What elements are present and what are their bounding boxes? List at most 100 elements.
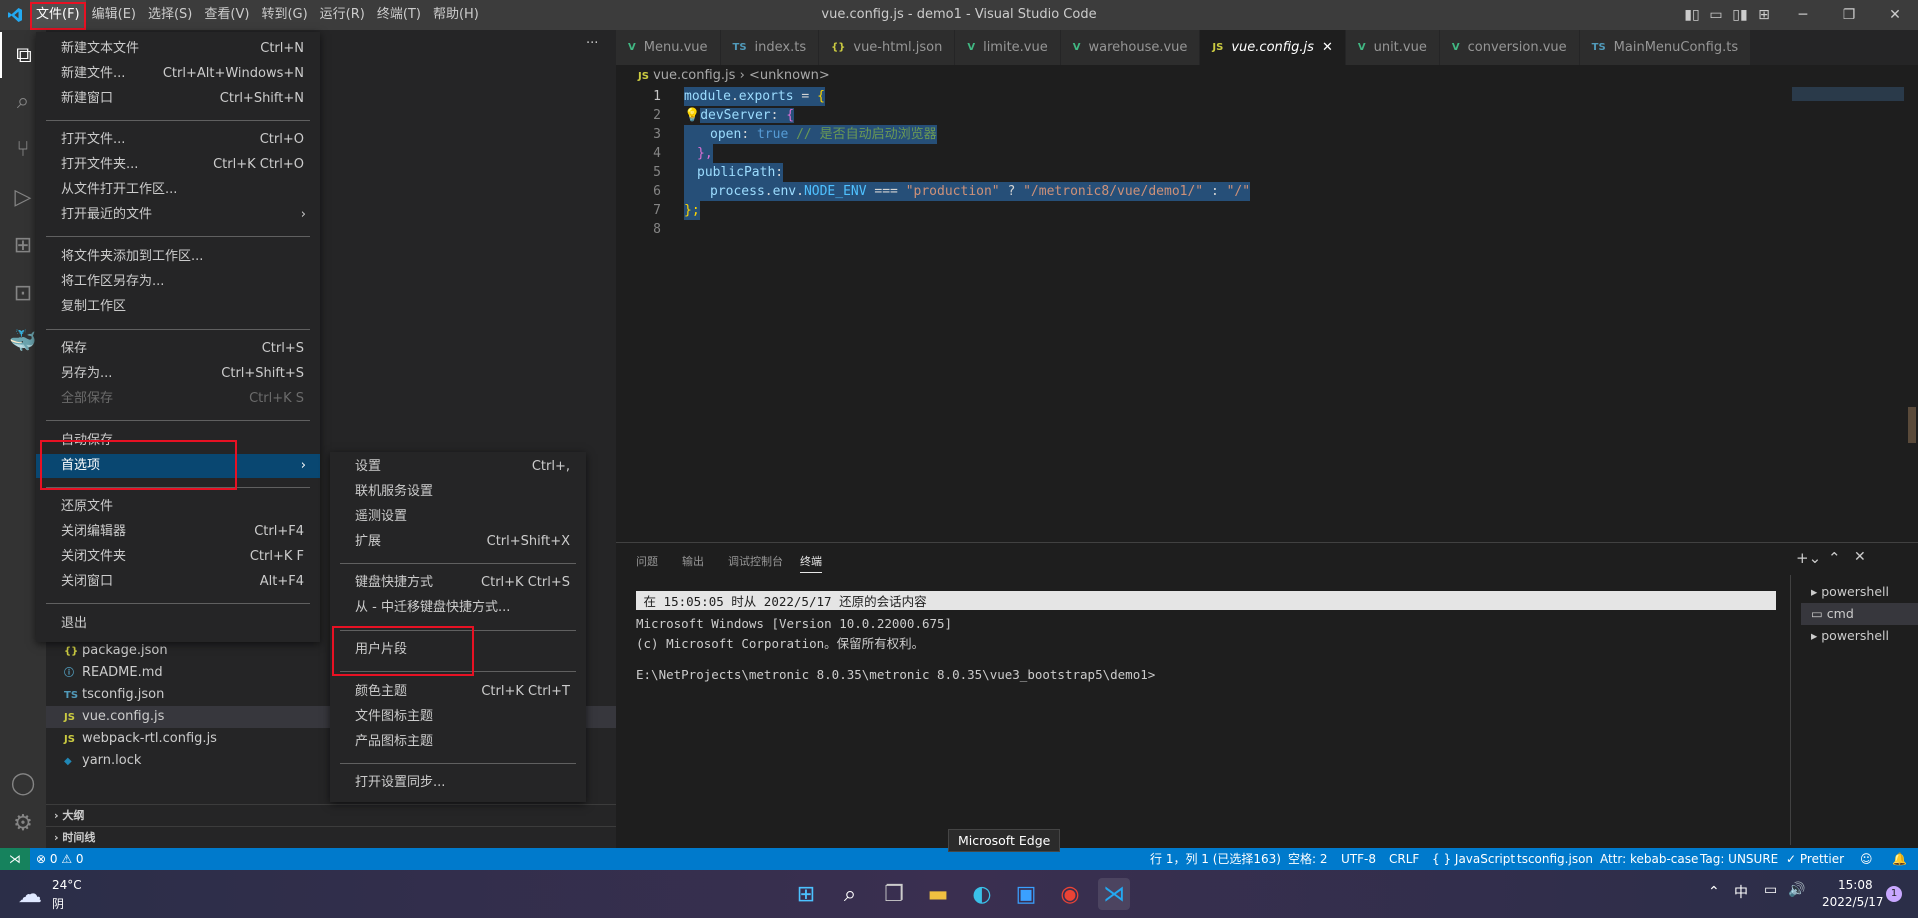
menu-item-open-recent[interactable]: 打开最近的文件 › xyxy=(36,203,320,227)
chevron-up-icon[interactable]: ⌃ xyxy=(1828,549,1841,567)
more-actions-icon[interactable]: ··· xyxy=(586,36,598,51)
clock-date[interactable]: 2022/5/17 xyxy=(1822,895,1884,909)
feedback-icon[interactable]: ☺ xyxy=(1860,848,1873,870)
menu-item-close-window[interactable]: 关闭窗口 Alt+F4 xyxy=(36,570,320,594)
restore-button[interactable]: ❐ xyxy=(1826,0,1872,30)
menu-run[interactable]: 运行(R) xyxy=(314,0,371,30)
menu-selection[interactable]: 选择(S) xyxy=(142,0,198,30)
encoding[interactable]: UTF-8 xyxy=(1341,848,1376,870)
menu-item-product-icon-theme[interactable]: 产品图标主题 xyxy=(330,730,586,754)
minimize-button[interactable]: ─ xyxy=(1780,0,1826,30)
notification-badge[interactable]: 1 xyxy=(1886,886,1902,902)
terminal-list-item[interactable]: ▸ powershell xyxy=(1801,581,1918,603)
toggle-secondary-sidebar-icon[interactable]: ▯▮ xyxy=(1728,0,1752,30)
code-editor[interactable]: 1 module.exports = { 2 💡devServer: { 3 open… xyxy=(616,87,1918,542)
menu-item-new-file[interactable]: 新建文件... Ctrl+Alt+Windows+N xyxy=(36,62,320,86)
lightbulb-icon[interactable]: 💡 xyxy=(684,108,700,123)
ime-indicator[interactable]: 中 xyxy=(1734,882,1748,902)
menu-item-user-snippets[interactable]: 用户片段 xyxy=(330,638,586,662)
menu-item-open-folder[interactable]: 打开文件夹... Ctrl+K Ctrl+O xyxy=(36,153,320,177)
tsconfig-indicator[interactable]: tsconfig.json xyxy=(1517,848,1593,870)
terminal-list-item[interactable]: ▸ powershell xyxy=(1801,625,1918,647)
tab-menu-vue[interactable]: V Menu.vue xyxy=(616,30,721,65)
menu-terminal[interactable]: 终端(T) xyxy=(371,0,427,30)
tab-vue-config-js[interactable]: JS vue.config.js ✕ xyxy=(1200,30,1346,65)
menu-help[interactable]: 帮助(H) xyxy=(427,0,485,30)
menu-item-settings[interactable]: 设置 Ctrl+, xyxy=(330,455,586,479)
menu-item-open-workspace[interactable]: 从文件打开工作区... xyxy=(36,178,320,202)
terminal-prompt[interactable]: E:\NetProjects\metronic 8.0.35\metronic … xyxy=(636,667,1155,682)
line-ending[interactable]: CRLF xyxy=(1389,848,1419,870)
toggle-panel-icon[interactable]: ▭ xyxy=(1704,0,1728,30)
menu-item-save-workspace-as[interactable]: 将工作区另存为... xyxy=(36,270,320,294)
clock-time[interactable]: 15:08 xyxy=(1838,878,1873,892)
edge-browser-icon[interactable]: ◐ xyxy=(966,878,998,910)
chevron-up-icon[interactable]: ⌃ xyxy=(1708,884,1720,900)
outline-section[interactable]: › 大纲 xyxy=(46,804,616,826)
menu-item-color-theme[interactable]: 颜色主题 Ctrl+K Ctrl+T xyxy=(330,680,586,704)
minimap[interactable] xyxy=(1792,87,1904,101)
tab-problems[interactable]: 问题 xyxy=(636,553,658,569)
notifications-bell-icon[interactable]: 🔔 xyxy=(1892,848,1907,870)
language-mode[interactable]: { } JavaScript xyxy=(1432,848,1515,870)
menu-item-open-file[interactable]: 打开文件... Ctrl+O xyxy=(36,128,320,152)
breadcrumb-symbol[interactable]: <unknown> xyxy=(749,68,830,83)
tab-debug-console[interactable]: 调试控制台 xyxy=(728,553,783,569)
weather-cloud-icon[interactable]: ☁ xyxy=(18,880,42,908)
tab-index-ts[interactable]: TS index.ts xyxy=(720,30,820,65)
menu-item-extensions[interactable]: 扩展 Ctrl+Shift+X xyxy=(330,530,586,554)
menu-item-auto-save[interactable]: 自动保存 xyxy=(36,429,320,453)
menu-item-preferences[interactable]: 首选项 › xyxy=(36,454,320,478)
menu-item-telemetry[interactable]: 遥测设置 xyxy=(330,505,586,529)
indentation[interactable]: 空格: 2 xyxy=(1288,848,1328,870)
problems-indicator[interactable]: ⊗ 0 ⚠ 0 xyxy=(36,848,84,870)
file-explorer-icon[interactable]: ▬ xyxy=(922,878,954,910)
manage-gear-icon[interactable]: ⚙ xyxy=(0,800,46,846)
tab-unit-vue[interactable]: Vunit.vue xyxy=(1345,30,1440,65)
tab-limite-vue[interactable]: Vlimite.vue xyxy=(955,30,1061,65)
tab-warehouse-vue[interactable]: Vwarehouse.vue xyxy=(1060,30,1201,65)
task-view-icon[interactable]: ❐ xyxy=(878,878,910,910)
menu-edit[interactable]: 编辑(E) xyxy=(86,0,142,30)
menu-item-keyboard-shortcuts[interactable]: 键盘快捷方式 Ctrl+K Ctrl+S xyxy=(330,571,586,595)
timeline-section[interactable]: › 时间线 xyxy=(46,826,616,848)
tab-mainmenuconfig-ts[interactable]: TS MainMenuConfig.ts xyxy=(1579,30,1752,65)
menu-item-settings-sync[interactable]: 打开设置同步... xyxy=(330,771,586,795)
menu-item-revert-file[interactable]: 还原文件 xyxy=(36,495,320,519)
vscode-taskbar-icon[interactable]: ⋊ xyxy=(1098,878,1130,910)
toggle-sidebar-icon[interactable]: ▮▯ xyxy=(1680,0,1704,30)
menu-view[interactable]: 查看(V) xyxy=(198,0,255,30)
menu-item-exit[interactable]: 退出 xyxy=(36,612,320,636)
menu-item-migrate-keybindings[interactable]: 从 - 中迁移键盘快捷方式... xyxy=(330,596,586,620)
microsoft-store-icon[interactable]: ▣ xyxy=(1010,878,1042,910)
menu-item-new-text-file[interactable]: 新建文本文件 Ctrl+N xyxy=(36,37,320,61)
close-panel-icon[interactable]: ✕ xyxy=(1854,549,1866,565)
close-button[interactable]: ✕ xyxy=(1872,0,1918,30)
chrome-icon[interactable]: ◉ xyxy=(1054,878,1086,910)
cursor-position[interactable]: 行 1，列 1 (已选择163) xyxy=(1150,848,1281,870)
menu-item-add-folder[interactable]: 将文件夹添加到工作区... xyxy=(36,245,320,269)
menu-file[interactable]: 文件(F) xyxy=(30,0,86,30)
tag-case[interactable]: Tag: UNSURE xyxy=(1700,848,1778,870)
remote-indicator-icon[interactable]: ⋊ xyxy=(0,848,30,870)
menu-item-new-window[interactable]: 新建窗口 Ctrl+Shift+N xyxy=(36,87,320,111)
windows-start-icon[interactable]: ⊞ xyxy=(790,878,822,910)
menu-item-save[interactable]: 保存 Ctrl+S xyxy=(36,337,320,361)
menu-item-file-icon-theme[interactable]: 文件图标主题 xyxy=(330,705,586,729)
terminal-list-item[interactable]: ▭ cmd xyxy=(1801,603,1918,625)
tab-output[interactable]: 输出 xyxy=(682,553,704,569)
tab-vue-html-json[interactable]: {} vue-html.json xyxy=(819,30,956,65)
attr-case[interactable]: Attr: kebab-case xyxy=(1600,848,1698,870)
menu-item-online-services[interactable]: 联机服务设置 xyxy=(330,480,586,504)
tab-conversion-vue[interactable]: Vconversion.vue xyxy=(1439,30,1580,65)
editor-scrollbar[interactable] xyxy=(1908,407,1916,443)
menu-go[interactable]: 转到(G) xyxy=(255,0,313,30)
menu-item-duplicate-workspace[interactable]: 复制工作区 xyxy=(36,295,320,319)
volume-icon[interactable]: 🔊 xyxy=(1788,882,1805,898)
close-tab-icon[interactable]: ✕ xyxy=(1322,30,1333,65)
menu-item-close-editor[interactable]: 关闭编辑器 Ctrl+F4 xyxy=(36,520,320,544)
search-icon[interactable]: ⌕ xyxy=(834,878,866,910)
prettier-status[interactable]: ✓ Prettier xyxy=(1786,848,1844,870)
menu-item-close-folder[interactable]: 关闭文件夹 Ctrl+K F xyxy=(36,545,320,569)
tab-terminal[interactable]: 终端 xyxy=(800,553,822,573)
